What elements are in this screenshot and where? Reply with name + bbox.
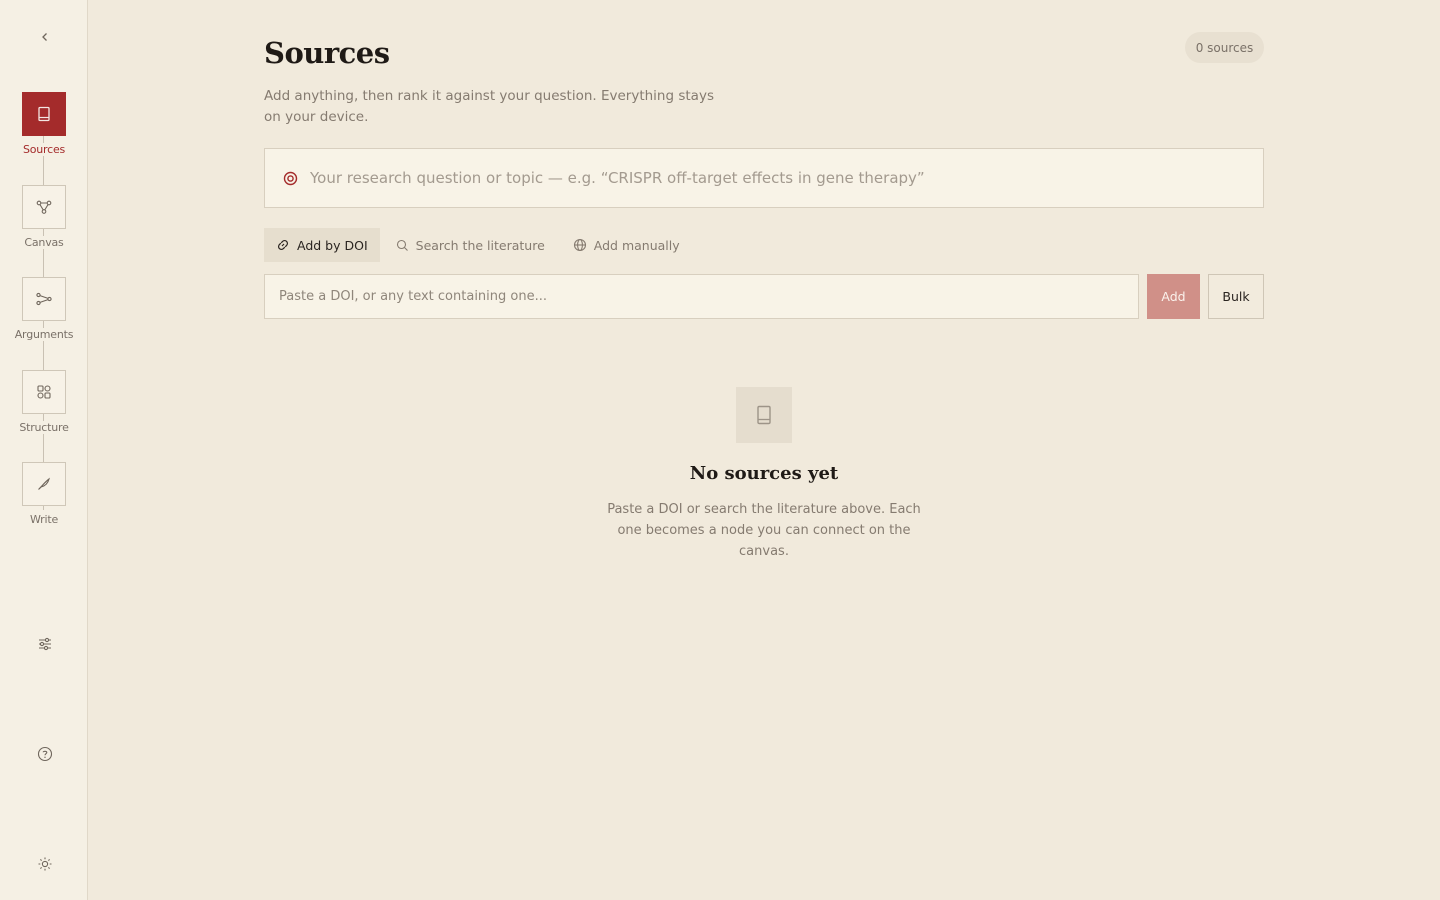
tab-add-by-doi-label: Add by DOI bbox=[297, 237, 368, 253]
link-icon bbox=[277, 239, 289, 251]
grid-icon bbox=[37, 385, 51, 399]
research-question-field[interactable] bbox=[264, 148, 1264, 208]
tab-search-literature-label: Search the literature bbox=[415, 237, 545, 253]
nav-box-structure bbox=[22, 370, 66, 414]
nav-item-canvas[interactable]: Canvas bbox=[0, 185, 88, 249]
doi-input[interactable] bbox=[264, 274, 1139, 319]
nav-label-arguments: Arguments bbox=[13, 328, 75, 341]
sliders-icon bbox=[39, 637, 51, 651]
nav-box-sources bbox=[22, 92, 66, 136]
sun-icon bbox=[38, 857, 52, 871]
nav-box-write bbox=[22, 462, 66, 506]
nav-item-write[interactable]: Write bbox=[0, 462, 88, 526]
doi-input-row: Add Bulk bbox=[264, 274, 1264, 319]
nav-item-arguments[interactable]: Arguments bbox=[0, 277, 88, 341]
nav-label-canvas: Canvas bbox=[23, 236, 65, 249]
book-icon bbox=[757, 405, 771, 425]
empty-state-icon-box bbox=[736, 387, 792, 443]
tab-add-manually[interactable]: Add manually bbox=[561, 228, 692, 262]
empty-state-text: Paste a DOI or search the literature abo… bbox=[607, 502, 921, 559]
theme-toggle-button[interactable] bbox=[35, 854, 55, 874]
collapse-sidebar-button[interactable] bbox=[34, 26, 56, 48]
tab-add-by-doi[interactable]: Add by DOI bbox=[264, 228, 380, 262]
help-button[interactable] bbox=[35, 744, 55, 764]
globe-icon bbox=[573, 238, 586, 252]
search-icon bbox=[396, 239, 408, 251]
branch-icon bbox=[36, 292, 52, 306]
page-subtitle: Add anything, then rank it against your … bbox=[264, 88, 714, 125]
target-icon bbox=[283, 171, 298, 185]
nav-box-canvas bbox=[22, 185, 66, 229]
source-count-badge: 0 sources bbox=[1185, 32, 1264, 63]
nav-label-structure: Structure bbox=[18, 421, 70, 434]
add-button[interactable]: Add bbox=[1147, 274, 1200, 319]
chevron-left-icon bbox=[42, 33, 47, 41]
tab-add-manually-label: Add manually bbox=[593, 237, 680, 253]
nav-item-sources[interactable]: Sources bbox=[0, 92, 88, 156]
nav-item-structure[interactable]: Structure bbox=[0, 370, 88, 434]
nav-label-sources: Sources bbox=[21, 143, 67, 156]
research-question-input[interactable] bbox=[310, 169, 1210, 187]
add-source-tabs: Add by DOI Search the literature Add man… bbox=[264, 228, 696, 262]
sidebar: Sources Canvas Arguments Structure Write bbox=[0, 0, 88, 900]
nav-label-write: Write bbox=[28, 513, 60, 526]
help-icon bbox=[37, 746, 53, 762]
nav-box-arguments bbox=[22, 277, 66, 321]
page-title: Sources bbox=[264, 36, 390, 70]
empty-state-title: No sources yet bbox=[689, 463, 839, 484]
bulk-button[interactable]: Bulk bbox=[1208, 274, 1264, 319]
book-icon bbox=[38, 106, 50, 122]
graph-icon bbox=[36, 200, 52, 214]
tab-search-literature[interactable]: Search the literature bbox=[384, 228, 557, 262]
feather-icon bbox=[38, 477, 50, 490]
settings-sliders-button[interactable] bbox=[35, 634, 55, 654]
